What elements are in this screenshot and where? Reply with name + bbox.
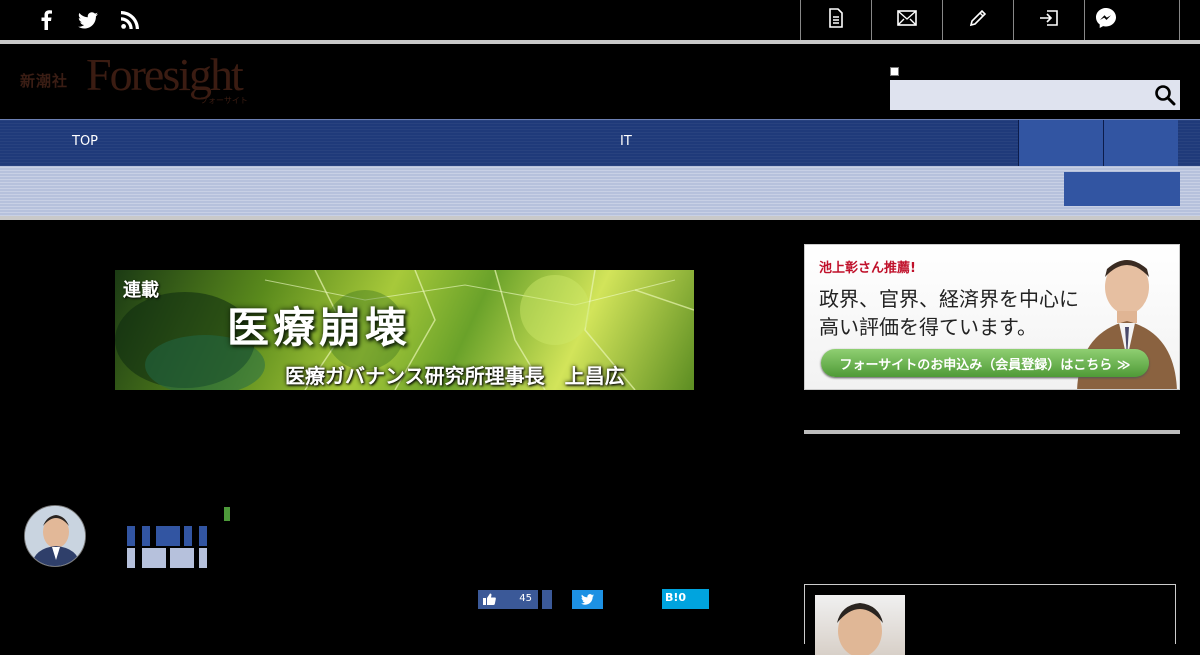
title-placeholder	[127, 526, 135, 546]
ad-signup-button[interactable]: フォーサイトのお申込み（会員登録）はこちら ≫	[821, 349, 1149, 377]
subnav-divider	[0, 216, 1200, 220]
writer-photo	[815, 595, 905, 655]
nav-button-2[interactable]	[1103, 120, 1178, 167]
title-placeholder	[156, 526, 180, 546]
series-banner[interactable]: 連載 医療崩壊 医療ガバナンス研究所理事長 上昌広	[115, 270, 694, 390]
site-header: 新潮社 Foresight フォーサイト	[0, 44, 1200, 119]
ad-headline: 池上彰さん推薦!	[819, 261, 916, 276]
title-placeholder	[170, 548, 194, 568]
ad-copy-line1: 政界、官界、経済界を中心に	[819, 287, 1079, 311]
rss-icon[interactable]	[118, 8, 142, 32]
facebook-icon[interactable]	[34, 8, 58, 32]
search-input[interactable]	[890, 80, 1180, 110]
publisher-logo: 新潮社	[20, 72, 69, 90]
top-bar	[0, 0, 1200, 40]
title-placeholder	[184, 526, 192, 546]
tweet-button[interactable]	[572, 590, 603, 609]
global-nav: TOP IT	[0, 119, 1200, 167]
series-title: 医療崩壊	[227, 303, 412, 352]
like-count: 45	[519, 593, 532, 604]
thumbs-up-icon	[483, 590, 496, 609]
title-placeholder	[199, 548, 207, 568]
title-placeholder	[142, 548, 166, 568]
site-logo-sub: フォーサイト	[200, 96, 248, 105]
title-placeholder	[142, 526, 150, 546]
ad-copy: 政界、官界、経済界を中心に 高い評価を得ています。	[819, 285, 1079, 341]
newsletter-button[interactable]	[871, 0, 942, 40]
document-icon	[828, 8, 844, 32]
ad-copy-line2: 高い評価を得ています。	[819, 315, 1037, 339]
messenger-icon	[1095, 7, 1117, 33]
category-marker	[224, 507, 230, 521]
subnav-button[interactable]	[1064, 172, 1180, 206]
title-placeholder	[127, 548, 135, 568]
series-author: 医療ガバナンス研究所理事長 上昌広	[285, 364, 625, 388]
article-list-button[interactable]	[800, 0, 871, 40]
hatena-bookmark-button[interactable]: B!0	[662, 589, 709, 609]
twitter-icon[interactable]	[76, 8, 100, 32]
title-placeholder	[199, 526, 207, 546]
facebook-share-button[interactable]	[542, 590, 552, 609]
series-label: 連載	[123, 280, 159, 301]
mail-icon	[897, 10, 917, 30]
login-icon	[1039, 8, 1059, 32]
pencil-icon	[968, 8, 988, 32]
site-logo[interactable]: Foresight	[86, 52, 244, 98]
subscription-ad[interactable]: 池上彰さん推薦! 政界、官界、経済界を中心に 高い評価を得ています。 フォーサイ…	[804, 244, 1180, 390]
nav-button-1[interactable]	[1018, 120, 1103, 167]
sidebar-divider	[804, 430, 1180, 434]
register-button[interactable]	[942, 0, 1013, 40]
author-avatar[interactable]	[24, 505, 86, 567]
sub-nav	[0, 166, 1200, 216]
facebook-like-button[interactable]: 45	[478, 590, 538, 609]
messenger-button[interactable]	[1084, 0, 1180, 40]
nav-item-top[interactable]: TOP	[72, 134, 98, 149]
search-checkbox[interactable]	[890, 67, 899, 76]
writer-profile-card[interactable]	[804, 584, 1176, 655]
hatena-bookmark-label: B!0	[665, 591, 687, 604]
login-button[interactable]	[1013, 0, 1084, 40]
nav-item-it[interactable]: IT	[620, 134, 632, 149]
search-icon[interactable]	[1154, 84, 1178, 106]
twitter-icon	[581, 590, 594, 609]
